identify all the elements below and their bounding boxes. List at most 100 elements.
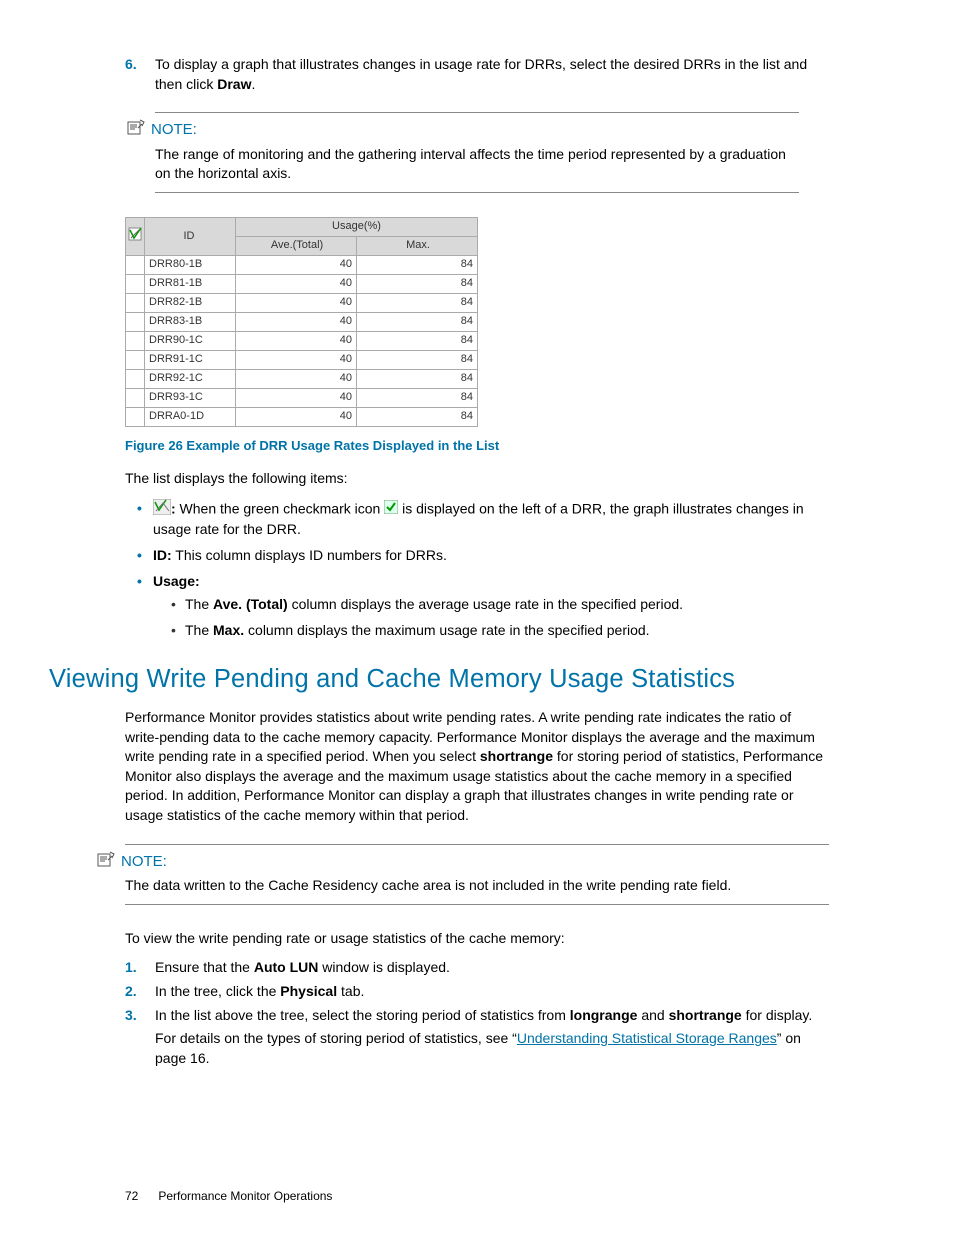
- step-body: In the tree, click the Physical tab.: [155, 982, 829, 1002]
- col-usage: Usage(%): [236, 217, 478, 236]
- label: Physical: [280, 983, 337, 999]
- col-max: Max.: [357, 236, 478, 255]
- step-number: 6.: [125, 55, 155, 94]
- main-paragraph: Performance Monitor provides statistics …: [125, 708, 829, 826]
- cell-max: 84: [357, 331, 478, 350]
- table-row: DRR81-1B4084: [126, 274, 478, 293]
- step-3: 3. In the list above the tree, select th…: [125, 1006, 829, 1069]
- graph-check-icon: [153, 499, 171, 521]
- step-body: To display a graph that illustrates chan…: [155, 55, 829, 94]
- note-block: NOTE: The range of monitoring and the ga…: [155, 112, 799, 193]
- step-number: 2.: [125, 982, 155, 1002]
- cell-ave: 40: [236, 274, 357, 293]
- page-footer: 72 Performance Monitor Operations: [125, 1188, 332, 1205]
- text: In the list above the tree, select the s…: [155, 1007, 570, 1023]
- table-row: DRR90-1C4084: [126, 331, 478, 350]
- drr-usage-table: ID Usage(%) Ave.(Total) Max. DRR80-1B408…: [125, 217, 478, 427]
- text: .: [251, 76, 255, 92]
- cell-ave: 40: [236, 293, 357, 312]
- page-number: 72: [125, 1188, 138, 1205]
- label: Usage:: [153, 573, 200, 589]
- figure-caption: Figure 26 Example of DRR Usage Rates Dis…: [125, 437, 829, 455]
- text: When the green checkmark icon: [176, 500, 385, 516]
- col-ave: Ave.(Total): [236, 236, 357, 255]
- cell-check: [126, 274, 145, 293]
- note-heading: NOTE:: [97, 851, 829, 873]
- cell-id: DRR91-1C: [145, 350, 236, 369]
- table-row: DRR82-1B4084: [126, 293, 478, 312]
- bullet-list: : When the green checkmark icon is displ…: [125, 499, 829, 641]
- checkmark-icon: [384, 500, 398, 520]
- table-row: DRR93-1C4084: [126, 388, 478, 407]
- cell-id: DRR93-1C: [145, 388, 236, 407]
- table-header-row: ID Usage(%): [126, 217, 478, 236]
- text: column displays the average usage rate i…: [288, 596, 683, 612]
- cell-id: DRR81-1B: [145, 274, 236, 293]
- text: In the tree, click the: [155, 983, 280, 999]
- sub-bullet-max: The Max. column displays the maximum usa…: [185, 621, 829, 641]
- section-heading: Viewing Write Pending and Cache Memory U…: [49, 662, 829, 698]
- cell-check: [126, 388, 145, 407]
- text: The: [185, 596, 213, 612]
- cell-check: [126, 312, 145, 331]
- bullet-checkmark: : When the green checkmark icon is displ…: [153, 499, 829, 540]
- cell-check: [126, 369, 145, 388]
- table-row: DRR91-1C4084: [126, 350, 478, 369]
- label: Auto LUN: [254, 959, 319, 975]
- cell-check: [126, 255, 145, 274]
- text: column displays the maximum usage rate i…: [244, 622, 649, 638]
- cell-max: 84: [357, 274, 478, 293]
- text: tab.: [337, 983, 364, 999]
- procedure-list: 1. Ensure that the Auto LUN window is di…: [125, 958, 829, 1068]
- note-body: The data written to the Cache Residency …: [125, 876, 829, 896]
- note-label: NOTE:: [151, 119, 197, 140]
- bullet-id: ID: This column displays ID numbers for …: [153, 546, 829, 566]
- step-body: Ensure that the Auto LUN window is displ…: [155, 958, 829, 978]
- storage-ranges-link[interactable]: Understanding Statistical Storage Ranges: [517, 1030, 777, 1046]
- cell-max: 84: [357, 350, 478, 369]
- cell-id: DRR90-1C: [145, 331, 236, 350]
- table-row: DRR83-1B4084: [126, 312, 478, 331]
- label: Max.: [213, 622, 244, 638]
- col-id: ID: [145, 217, 236, 255]
- text: This column displays ID numbers for DRRs…: [172, 547, 447, 563]
- cell-ave: 40: [236, 407, 357, 426]
- label: ID:: [153, 547, 172, 563]
- cell-max: 84: [357, 407, 478, 426]
- footer-title: Performance Monitor Operations: [158, 1188, 332, 1205]
- cell-ave: 40: [236, 388, 357, 407]
- note-icon: [127, 119, 145, 141]
- cell-max: 84: [357, 255, 478, 274]
- cell-id: DRR92-1C: [145, 369, 236, 388]
- cell-max: 84: [357, 293, 478, 312]
- sub-bullet-list: The Ave. (Total) column displays the ave…: [153, 595, 829, 640]
- cell-ave: 40: [236, 331, 357, 350]
- step-1: 1. Ensure that the Auto LUN window is di…: [125, 958, 829, 978]
- step-6: 6. To display a graph that illustrates c…: [125, 55, 829, 94]
- cell-id: DRR80-1B: [145, 255, 236, 274]
- label: shortrange: [669, 1007, 742, 1023]
- note-icon: [97, 851, 115, 873]
- table-row: DRR80-1B4084: [126, 255, 478, 274]
- note-heading: NOTE:: [127, 119, 799, 141]
- note-body: The range of monitoring and the gatherin…: [155, 145, 799, 184]
- divider: [155, 112, 799, 113]
- cell-ave: 40: [236, 350, 357, 369]
- cell-check: [126, 293, 145, 312]
- step-subtext: For details on the types of storing peri…: [155, 1029, 829, 1068]
- text: Ensure that the: [155, 959, 254, 975]
- cell-check: [126, 331, 145, 350]
- cell-id: DRR83-1B: [145, 312, 236, 331]
- shortrange-label: shortrange: [480, 748, 553, 764]
- cell-check: [126, 350, 145, 369]
- cell-id: DRRA0-1D: [145, 407, 236, 426]
- divider: [125, 844, 829, 845]
- table-row: DRR92-1C4084: [126, 369, 478, 388]
- step-2: 2. In the tree, click the Physical tab.: [125, 982, 829, 1002]
- step-body: In the list above the tree, select the s…: [155, 1006, 829, 1069]
- draw-label: Draw: [217, 76, 251, 92]
- sub-bullet-ave: The Ave. (Total) column displays the ave…: [185, 595, 829, 615]
- text: The: [185, 622, 213, 638]
- col-check: [126, 217, 145, 255]
- procedure-intro: To view the write pending rate or usage …: [125, 929, 829, 949]
